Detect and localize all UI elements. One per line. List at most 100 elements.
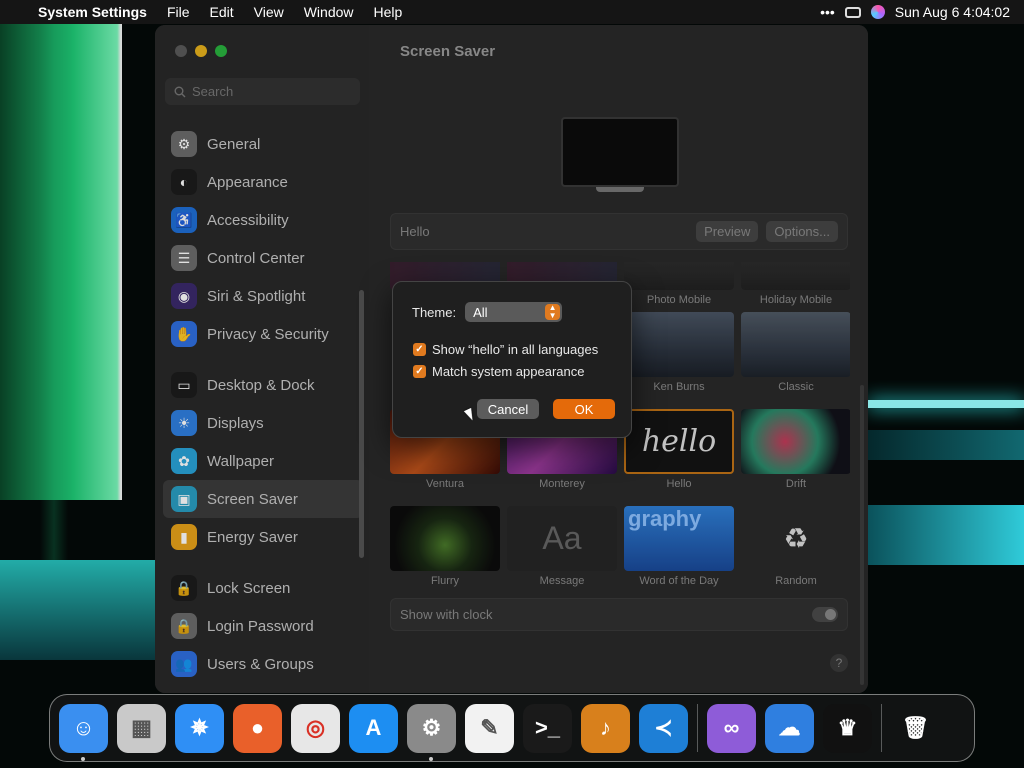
- garageband-icon[interactable]: ♪: [581, 703, 630, 753]
- screen-saver-tile-photo-mobile[interactable]: Photo Mobile: [624, 262, 734, 306]
- theme-select[interactable]: All ▲ ▼: [465, 302, 563, 322]
- search-icon: [174, 86, 186, 97]
- menu-help[interactable]: Help: [364, 4, 413, 20]
- sidebar-item-desktop-dock[interactable]: ▭ Desktop & Dock: [163, 366, 363, 404]
- siri-icon: ◉: [171, 283, 197, 309]
- zoom-button[interactable]: [215, 45, 227, 57]
- close-button[interactable]: [175, 45, 187, 57]
- tile-label: Ken Burns: [653, 381, 705, 393]
- screen-saver-tile-ken-burns[interactable]: Ken Burns: [624, 312, 734, 393]
- window-controls: [175, 45, 227, 57]
- selected-saver-bar: Hello Preview Options...: [390, 213, 848, 250]
- screen-saver-thumbnail: [624, 262, 734, 290]
- butler-icon[interactable]: ♛: [823, 703, 872, 753]
- sidebar-item-label: Login Password: [207, 617, 314, 635]
- chevron-updown-icon: ▲ ▼: [545, 304, 561, 320]
- control-center-icon[interactable]: [844, 6, 861, 18]
- sidebar-item-displays[interactable]: ☀ Displays: [163, 404, 363, 442]
- tile-label: Holiday Mobile: [759, 294, 833, 306]
- screen-saver-thumbnail: [741, 312, 850, 377]
- screen-saver-tile-holiday-mobile[interactable]: Holiday Mobile: [741, 262, 850, 306]
- screen-saver-tile-drift[interactable]: Drift: [741, 409, 850, 490]
- sidebar-item-screen-saver[interactable]: ▣ Screen Saver: [163, 480, 363, 518]
- show-with-clock-toggle[interactable]: [812, 607, 838, 622]
- sidebar-item-login-password[interactable]: 🔒 Login Password: [163, 607, 363, 645]
- options-button[interactable]: Options...: [766, 221, 838, 242]
- gear-icon: ⚙: [171, 131, 197, 157]
- sidebar-item-siri-spotlight[interactable]: ◉ Siri & Spotlight: [163, 277, 363, 315]
- minimize-button[interactable]: [195, 45, 207, 57]
- screen-saver-thumbnail: graphy: [624, 506, 734, 571]
- system-settings-icon[interactable]: ⚙: [407, 703, 456, 761]
- sidebar-item-label: Screen Saver: [207, 490, 298, 508]
- textedit-icon[interactable]: ✎: [465, 703, 514, 753]
- sidebar-item-accessibility[interactable]: ♿ Accessibility: [163, 201, 363, 239]
- screen-saver-tile-hello[interactable]: hello Hello: [624, 409, 734, 490]
- show-all-languages-checkbox[interactable]: ✓: [413, 343, 426, 356]
- search-input[interactable]: Search: [165, 78, 360, 105]
- finder-icon[interactable]: ☺: [59, 703, 108, 761]
- clock[interactable]: Sun Aug 6 4:04:02: [895, 4, 1010, 20]
- launchpad-icon[interactable]: ▦: [117, 703, 166, 753]
- screen-saver-tile-word-of-the-day[interactable]: graphy Word of the Day: [624, 506, 734, 587]
- screen-saver-thumbnail: hello: [624, 409, 734, 474]
- match-appearance-row[interactable]: ✓ Match system appearance: [413, 364, 584, 379]
- app-store-icon[interactable]: A: [349, 703, 398, 753]
- tile-label: Message: [539, 575, 585, 587]
- menu-window[interactable]: Window: [294, 4, 364, 20]
- dock-separator: [881, 704, 882, 752]
- sidebar-item-control-center[interactable]: ☰ Control Center: [163, 239, 363, 277]
- sidebar-item-energy-saver[interactable]: ▮ Energy Saver: [163, 518, 363, 556]
- screen-saver-thumbnail: [390, 506, 500, 571]
- sidebar-item-label: Appearance: [207, 173, 288, 191]
- page-title: Screen Saver: [400, 43, 496, 60]
- terminal-icon[interactable]: >_: [523, 703, 572, 753]
- menu-file[interactable]: File: [157, 4, 200, 20]
- cancel-button[interactable]: Cancel: [477, 399, 539, 419]
- hand-icon: ✋: [171, 321, 197, 347]
- more-icon[interactable]: •••: [820, 4, 835, 20]
- safari-icon[interactable]: ✵: [175, 703, 224, 753]
- screen-saver-tile-flurry[interactable]: Flurry: [390, 506, 500, 587]
- dock: ☺ ▦ ✵ ● ◎ A ⚙ ✎ >_ ♪ ≺ ∞ ☁ ♛ 🗑: [49, 694, 975, 762]
- main-scrollbar[interactable]: [860, 385, 864, 685]
- sidebar-scrollbar[interactable]: [359, 290, 364, 558]
- tile-label: Ventura: [426, 478, 464, 490]
- show-with-clock-row: Show with clock: [390, 598, 848, 631]
- users-icon: 👥: [171, 651, 197, 677]
- battery-icon: ▮: [171, 524, 197, 550]
- visual-studio-icon[interactable]: ∞: [707, 703, 756, 753]
- sidebar-item-lock-screen[interactable]: 🔒 Lock Screen: [163, 569, 363, 607]
- screen-saver-tile-message[interactable]: Aa Message: [507, 506, 617, 587]
- sidebar-nav: ⚙ General ◐ Appearance ♿ Accessibility ☰ Contro…: [163, 125, 363, 683]
- vscode-icon[interactable]: ≺: [639, 703, 688, 753]
- show-all-languages-row[interactable]: ✓ Show “hello” in all languages: [413, 342, 598, 357]
- sidebar-item-general[interactable]: ⚙ General: [163, 125, 363, 163]
- menu-edit[interactable]: Edit: [200, 4, 244, 20]
- sidebar-item-privacy-security[interactable]: ✋ Privacy & Security: [163, 315, 363, 353]
- screen-saver-tile-random[interactable]: ♻ Random: [741, 506, 850, 587]
- app-menu[interactable]: System Settings: [28, 4, 157, 20]
- tile-label: Random: [775, 575, 817, 587]
- sidebar-item-appearance[interactable]: ◐ Appearance: [163, 163, 363, 201]
- match-appearance-checkbox[interactable]: ✓: [413, 365, 426, 378]
- sidebar-item-users-groups[interactable]: 👥 Users & Groups: [163, 645, 363, 683]
- trash-icon[interactable]: 🗑: [891, 704, 940, 753]
- chrome-icon[interactable]: ◎: [291, 703, 340, 753]
- control-center-icon: ☰: [171, 245, 197, 271]
- selected-saver-label: Hello: [400, 224, 430, 239]
- help-button[interactable]: ?: [830, 654, 848, 672]
- sidebar-item-wallpaper[interactable]: ✿ Wallpaper: [163, 442, 363, 480]
- sidebar-item-label: Displays: [207, 414, 264, 432]
- desktop-dock-icon: ▭: [171, 372, 197, 398]
- screen-saver-preview: [561, 117, 679, 187]
- running-indicator: [429, 756, 433, 761]
- ok-button[interactable]: OK: [553, 399, 615, 419]
- menu-view[interactable]: View: [244, 4, 294, 20]
- sidebar-item-label: Energy Saver: [207, 528, 298, 546]
- weather-icon[interactable]: ☁: [765, 703, 814, 753]
- screen-saver-tile-classic[interactable]: Classic: [741, 312, 850, 393]
- preview-button[interactable]: Preview: [696, 221, 759, 242]
- firefox-icon[interactable]: ●: [233, 703, 282, 753]
- siri-icon[interactable]: [870, 5, 885, 19]
